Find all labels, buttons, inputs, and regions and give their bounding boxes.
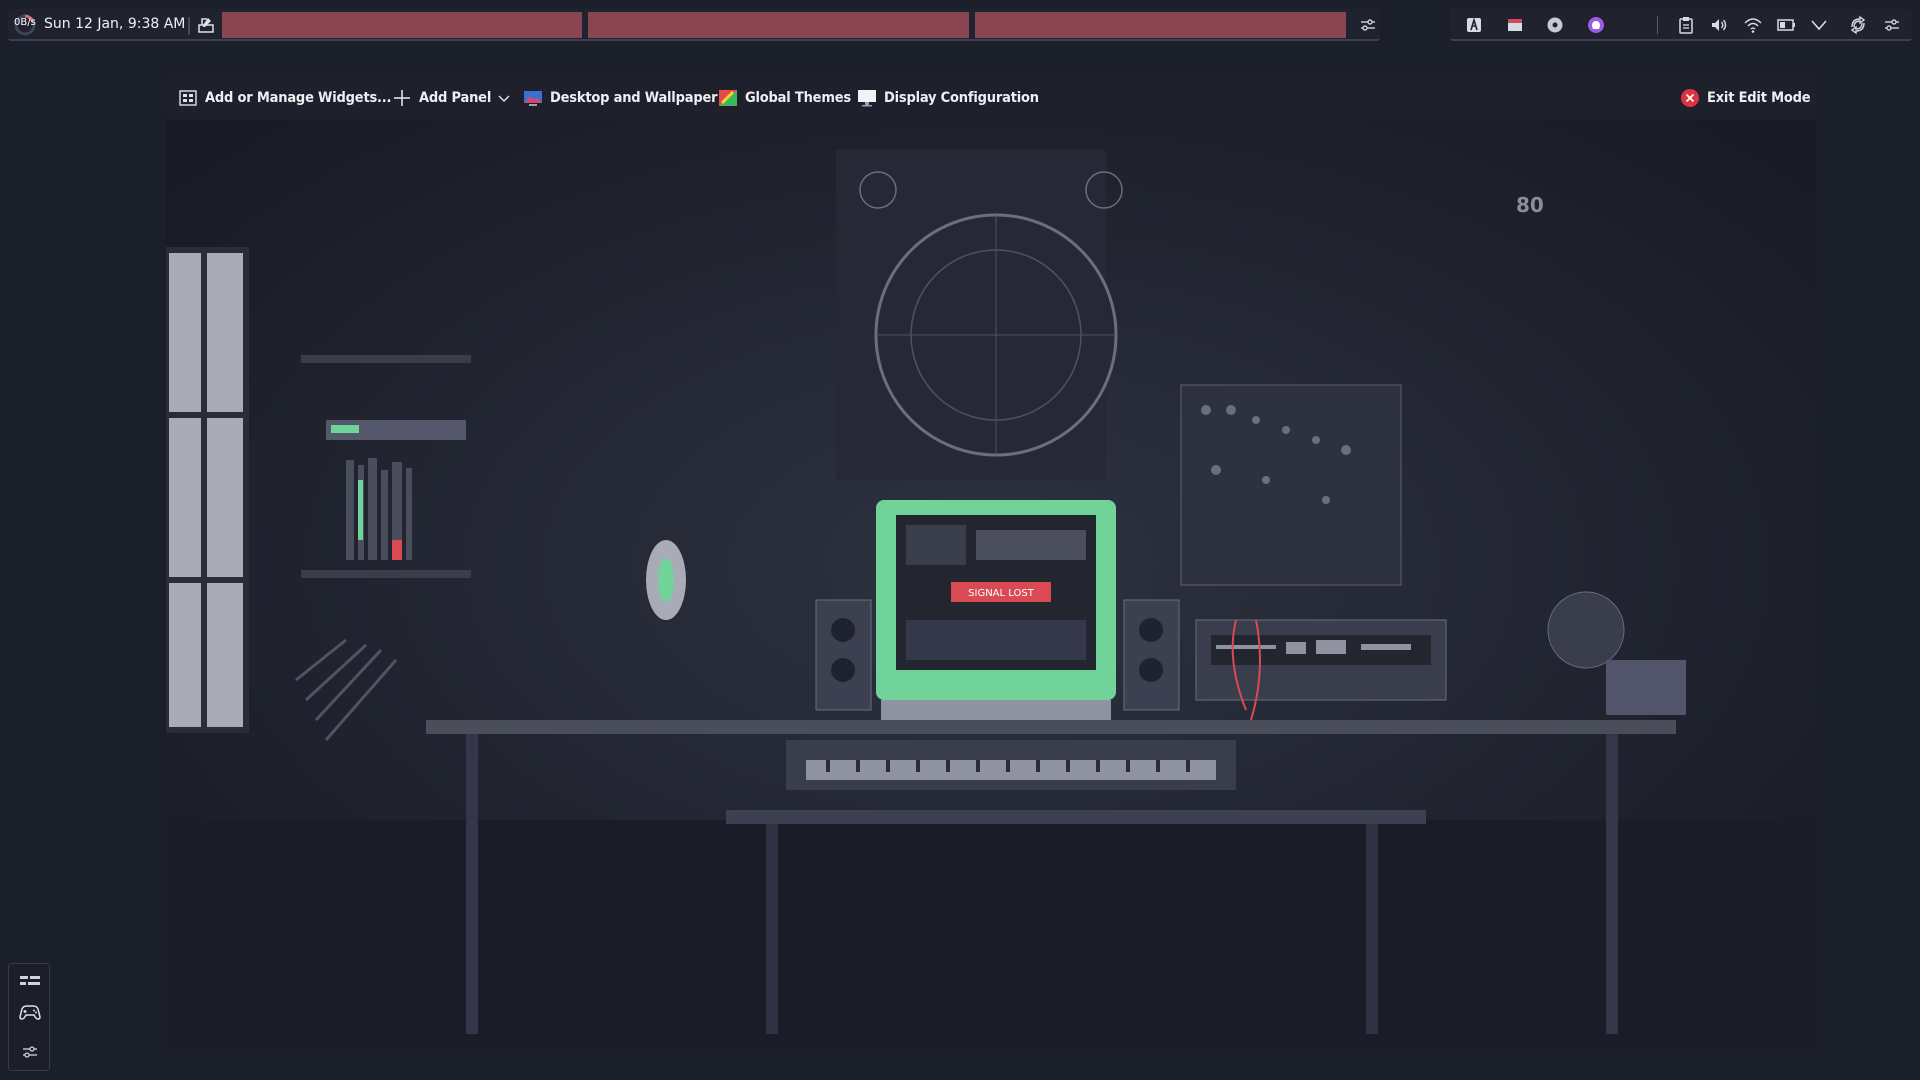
left-dock-panel: [8, 963, 50, 1071]
monitor-signal-text: SIGNAL LOST: [968, 588, 1035, 599]
desktop-wallpaper-label: Desktop and Wallpaper: [550, 90, 718, 106]
task-slot[interactable]: [975, 12, 1349, 38]
update-icon[interactable]: [1848, 15, 1868, 35]
wifi-icon[interactable]: [1743, 15, 1763, 35]
panel-config-icon[interactable]: [1882, 15, 1902, 35]
wall-number-text: 80: [1516, 193, 1544, 217]
themes-icon: [719, 90, 737, 106]
app-launcher-icon[interactable]: [1464, 15, 1484, 35]
add-widgets-label: Add or Manage Widgets...: [205, 90, 392, 106]
top-panel-left: 0B/s Sun 12 Jan, 9:38 AM: [8, 9, 1380, 41]
github-icon[interactable]: [1586, 15, 1606, 35]
chevron-down-icon[interactable]: [1809, 15, 1829, 35]
widgets-icon: [179, 90, 197, 106]
settings-sliders-icon[interactable]: [1358, 15, 1378, 35]
network-speed-label: 0B/s: [14, 17, 36, 28]
add-panel-button[interactable]: Add Panel: [392, 88, 511, 108]
clock[interactable]: Sun 12 Jan, 9:38 AM: [44, 16, 185, 32]
studio-room-illustration: 80 SIGNAL LOST: [166, 120, 1816, 1046]
gamepad-icon[interactable]: [18, 1000, 42, 1024]
battery-icon[interactable]: [1776, 15, 1796, 35]
desktop-wallpaper-preview[interactable]: 80 SIGNAL LOST: [166, 120, 1816, 1046]
settings-sliders-icon[interactable]: [18, 1040, 42, 1064]
task-switcher-icon[interactable]: [18, 970, 42, 994]
clipboard-icon[interactable]: [1676, 15, 1696, 35]
display-config-button[interactable]: Display Configuration: [857, 88, 1039, 108]
add-widgets-button[interactable]: Add or Manage Widgets...: [178, 88, 392, 108]
monitor-icon: [858, 90, 876, 107]
display-config-label: Display Configuration: [884, 90, 1039, 106]
exit-edit-label: Exit Edit Mode: [1707, 90, 1811, 106]
desktop-wallpaper-button[interactable]: Desktop and Wallpaper: [523, 88, 718, 108]
window-icon[interactable]: [1505, 15, 1525, 35]
panel-separator: [188, 17, 190, 35]
global-themes-button[interactable]: Global Themes: [718, 88, 851, 108]
add-panel-label: Add Panel: [419, 90, 492, 106]
tray-separator: [1657, 16, 1658, 34]
top-panel-right: [1450, 9, 1912, 41]
edit-mode-toolbar: Add or Manage Widgets... Add Panel Deskt…: [166, 78, 1816, 118]
task-slot[interactable]: [588, 12, 972, 38]
exit-edit-mode-button[interactable]: Exit Edit Mode: [1680, 88, 1811, 108]
plus-icon: [394, 90, 410, 106]
edit-icon[interactable]: [196, 15, 216, 35]
wallpaper-icon: [524, 91, 542, 106]
disc-icon[interactable]: [1545, 15, 1565, 35]
close-icon: [1681, 89, 1699, 107]
volume-icon[interactable]: [1709, 15, 1729, 35]
task-slot[interactable]: [222, 12, 585, 38]
chevron-down-icon: [498, 95, 510, 102]
global-themes-label: Global Themes: [745, 90, 851, 106]
